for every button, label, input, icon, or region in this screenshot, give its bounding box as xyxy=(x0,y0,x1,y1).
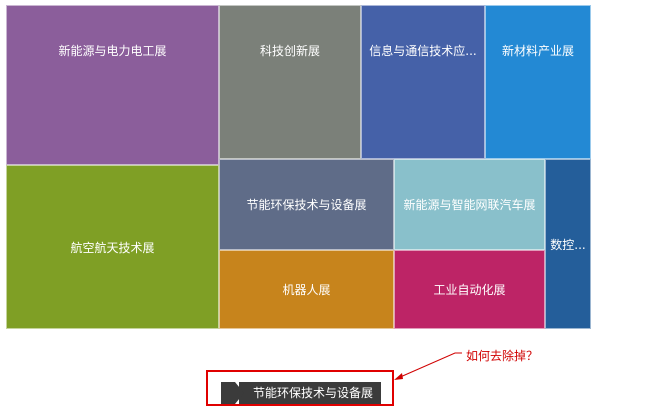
tile-label: 信息与通信技术应... xyxy=(369,44,477,58)
tile-label: 数控... xyxy=(550,237,586,252)
tile-tech-innovation[interactable]: 科技创新展 xyxy=(219,5,361,159)
breadcrumb-highlight-box: 节能环保技术与设备展 xyxy=(206,370,394,406)
tile-robots[interactable]: 机器人展 xyxy=(219,250,394,329)
tile-label: 节能环保技术与设备展 xyxy=(246,198,367,212)
tile-label: 科技创新展 xyxy=(259,44,320,58)
tile-new-energy-power[interactable]: 新能源与电力电工展 xyxy=(6,5,219,165)
tile-energy-saving[interactable]: 节能环保技术与设备展 xyxy=(219,159,394,250)
tile-new-materials[interactable]: 新材料产业展 xyxy=(485,5,591,159)
breadcrumb: 节能环保技术与设备展 xyxy=(221,382,381,404)
tile-label: 新能源与电力电工展 xyxy=(58,44,167,58)
breadcrumb-root[interactable] xyxy=(221,382,244,404)
tile-label: 新材料产业展 xyxy=(501,44,574,58)
annotation-text: 如何去除掉？ xyxy=(466,349,539,363)
tile-cnc[interactable]: 数控... xyxy=(545,159,591,329)
tile-label: 新能源与智能网联汽车展 xyxy=(403,198,536,212)
tile-label: 航空航天技术展 xyxy=(70,240,155,255)
tile-industrial-automation[interactable]: 工业自动化展 xyxy=(394,250,545,329)
tile-aerospace[interactable]: 航空航天技术展 xyxy=(6,165,219,329)
tile-ict[interactable]: 信息与通信技术应... xyxy=(361,5,485,159)
tile-new-energy-vehicles[interactable]: 新能源与智能网联汽车展 xyxy=(394,159,545,250)
tile-label: 工业自动化展 xyxy=(433,283,506,297)
breadcrumb-current[interactable]: 节能环保技术与设备展 xyxy=(238,382,381,404)
treemap-chart: 新能源与电力电工展 科技创新展 信息与通信技术应... 新材料产业展 航空航天技… xyxy=(6,5,591,329)
tile-label: 机器人展 xyxy=(282,283,331,297)
